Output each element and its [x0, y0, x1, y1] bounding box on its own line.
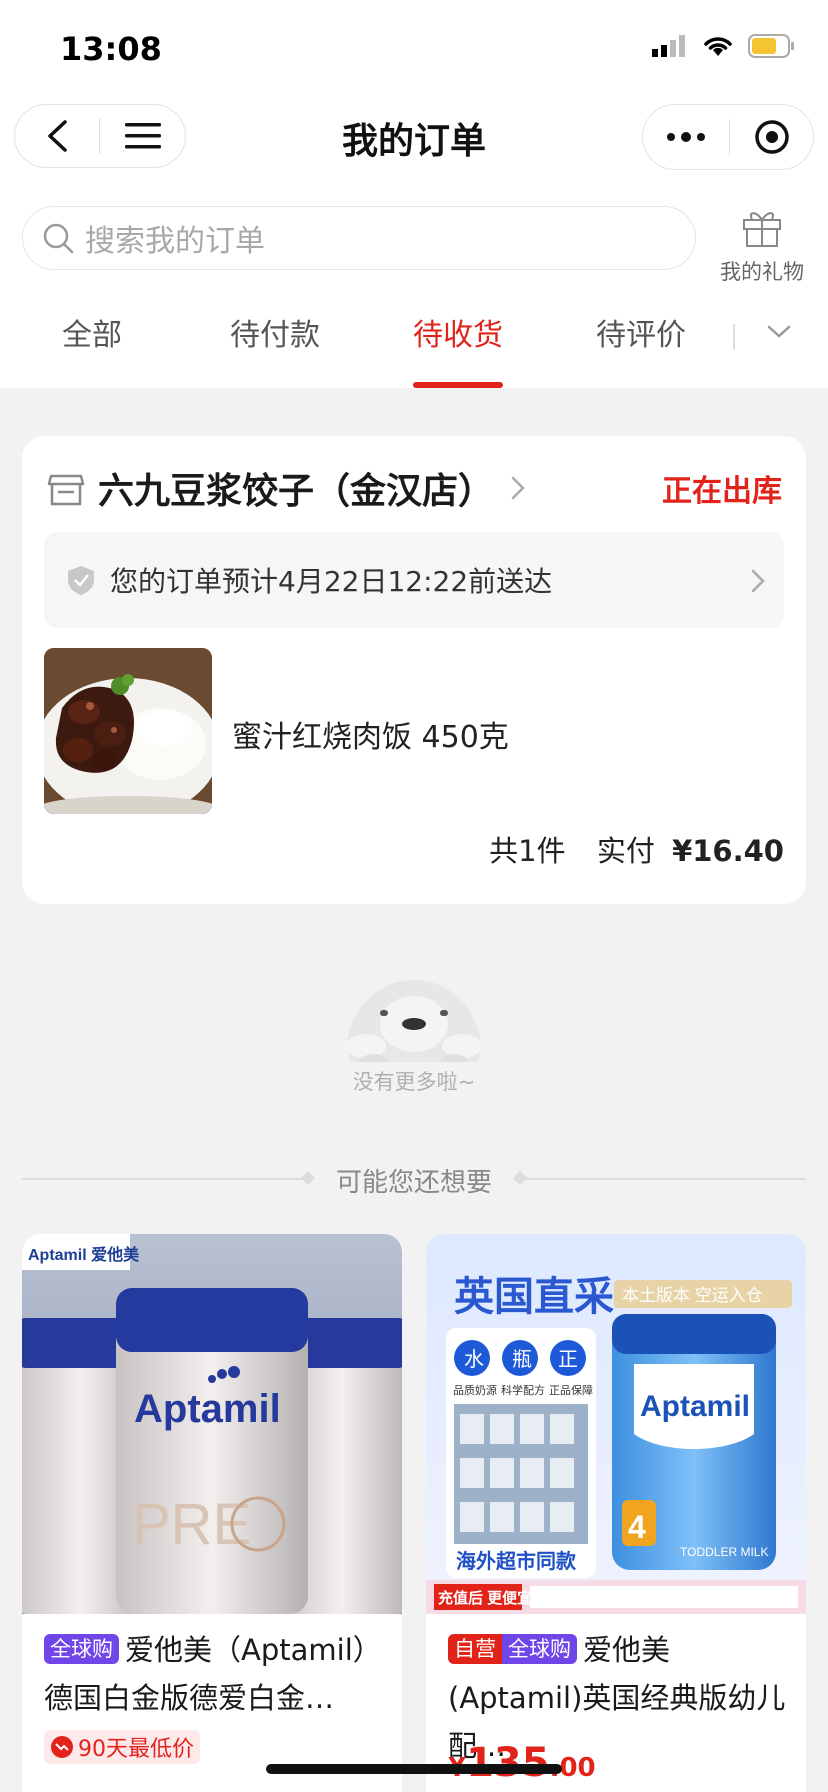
feature-icon-1: 水	[464, 1348, 484, 1371]
product-name: 蜜汁红烧肉饭 450克	[232, 720, 509, 755]
overseas-text: 海外超市同款	[456, 1549, 577, 1573]
divider-line-right	[520, 1178, 806, 1180]
can-stage-number: 4	[628, 1509, 646, 1545]
more-button[interactable]	[643, 104, 729, 170]
top-section: 13:08 我的订单 搜索我的订单 我的礼物 全部 待付款 待收货 待评价	[0, 0, 828, 388]
nav-capsule-right	[642, 104, 814, 170]
global-badge: 全球购	[44, 1634, 119, 1664]
tab-all[interactable]: 全部	[62, 310, 122, 354]
store-icon	[47, 474, 85, 506]
item-count: 共1件	[489, 834, 566, 868]
feature-label-2: 科学配方	[501, 1383, 545, 1397]
recommend-title: 可能您还想要	[335, 1168, 492, 1198]
paid-label: 实付	[596, 834, 655, 868]
lowest-price-tag: 90天最低价	[44, 1730, 200, 1764]
paid-amount: ¥16.40	[672, 834, 784, 868]
more-dots-icon	[667, 132, 705, 142]
order-card[interactable]: 六九豆浆饺子（金汉店） 正在出库 您的订单预计4月22日12:22前送达 蜜汁红…	[22, 436, 806, 904]
active-tab-indicator	[413, 382, 503, 388]
recharge-strip-text: 充值后 更便宜	[438, 1589, 532, 1607]
recommend-price-2: ¥135.00	[448, 1740, 596, 1786]
can-sub-text: TODDLER MILK	[680, 1545, 768, 1559]
product-image[interactable]	[44, 648, 212, 814]
close-miniprogram-button[interactable]	[730, 104, 813, 170]
battery-icon	[748, 34, 796, 62]
search-input[interactable]: 搜索我的订单	[22, 206, 696, 270]
shield-icon	[68, 566, 94, 595]
search-placeholder: 搜索我的订单	[85, 224, 265, 259]
gift-icon	[743, 212, 781, 247]
home-indicator	[266, 1764, 562, 1774]
chevron-right-icon	[751, 569, 765, 593]
gift-button[interactable]: 我的礼物	[712, 206, 812, 286]
tab-pending-payment[interactable]: 待付款	[230, 310, 320, 354]
store-name: 六九豆浆饺子（金汉店）	[98, 471, 495, 512]
search-icon	[43, 223, 74, 254]
empty-mascot-icon	[336, 966, 492, 1070]
status-time: 13:08	[60, 30, 162, 68]
store-link[interactable]: 六九豆浆饺子（金汉店）	[46, 462, 526, 514]
status-icons	[652, 34, 796, 62]
feature-icon-3: 正	[558, 1349, 578, 1371]
expand-tabs-button[interactable]	[766, 324, 792, 344]
delivery-text: 您的订单预计4月22日12:22前送达	[110, 565, 553, 598]
banner-right-text: 本土版本 空运入仓	[622, 1286, 763, 1305]
tab-pending-review[interactable]: 待评价	[596, 310, 686, 354]
feature-icon-2: 瓶	[512, 1348, 532, 1371]
gift-label: 我的礼物	[720, 260, 804, 284]
feature-label-3: 正品保障	[549, 1383, 593, 1397]
order-summary: 共1件 实付 ¥16.40	[489, 828, 784, 870]
recommend-image-1[interactable]: Aptamil 爱他美 Aptamil PRE	[22, 1234, 402, 1614]
recommend-card-2[interactable]: 英国直采 本土版本 空运入仓 水 瓶 正 品质奶源 科学配方 正品保障 海外超市…	[426, 1234, 806, 1792]
can-brand-text: Aptamil	[134, 1387, 281, 1431]
order-status: 正在出库	[662, 474, 782, 509]
recommend-title-1: 全球购 爱他美（Aptamil）德国白金版德爱白金…	[44, 1626, 388, 1722]
recommend-card-1[interactable]: Aptamil 爱他美 Aptamil PRE 全球购 爱他美（Aptamil）德…	[22, 1234, 402, 1792]
recommend-image-2[interactable]: 英国直采 本土版本 空运入仓 水 瓶 正 品质奶源 科学配方 正品保障 海外超市…	[426, 1234, 806, 1614]
order-tabs: 全部 待付款 待收货 待评价	[0, 310, 828, 388]
tab-divider	[733, 324, 735, 350]
feature-label-1: 品质奶源	[453, 1383, 497, 1397]
self-badge: 自营	[448, 1634, 502, 1664]
signal-icon	[652, 35, 688, 61]
chevron-right-icon	[511, 476, 525, 500]
wifi-icon	[702, 34, 734, 62]
brand-label: Aptamil 爱他美	[28, 1245, 140, 1264]
chevron-down-icon	[767, 325, 791, 338]
target-icon	[754, 120, 789, 154]
trend-down-icon	[51, 1736, 73, 1758]
delivery-info[interactable]: 您的订单预计4月22日12:22前送达	[44, 532, 784, 628]
banner-left-text: 英国直采	[454, 1275, 614, 1319]
global-badge: 全球购	[502, 1634, 577, 1664]
no-more-text: 没有更多啦~	[352, 1070, 476, 1094]
tab-pending-receipt[interactable]: 待收货	[413, 310, 503, 354]
can-brand-text: Aptamil	[640, 1390, 750, 1423]
